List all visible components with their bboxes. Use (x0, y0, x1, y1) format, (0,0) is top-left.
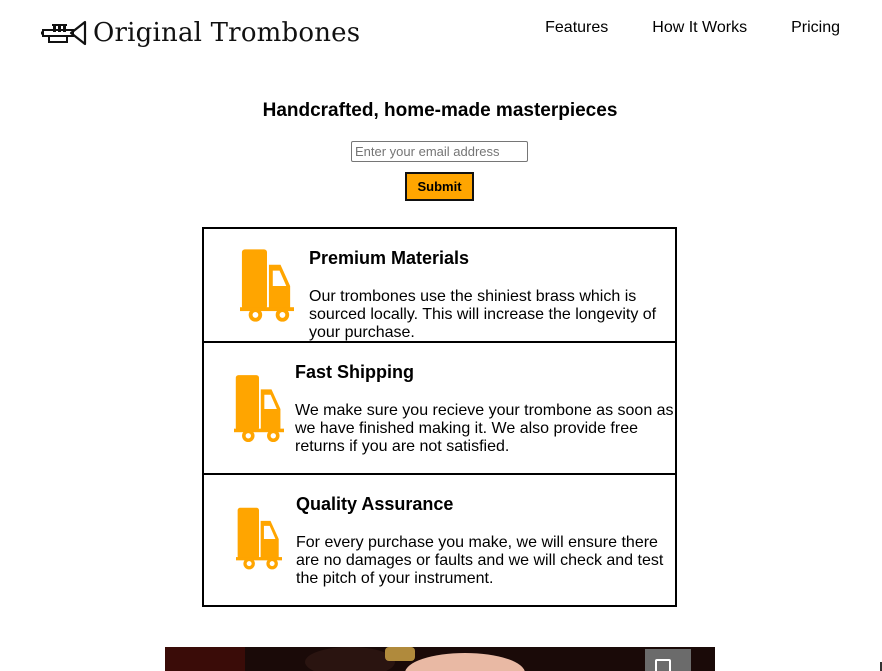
brand-name: Original Trombones (93, 18, 361, 48)
feature-card-quality-assurance: Quality Assurance For every purchase you… (202, 473, 677, 607)
submit-button[interactable]: Submit (405, 172, 474, 201)
video-frame-background (165, 647, 245, 671)
feature-title: Premium Materials (309, 248, 470, 268)
video-frame-figure (305, 647, 395, 671)
feature-description: For every purchase you make, we will ens… (296, 534, 664, 587)
video-frame-instrument (385, 647, 415, 661)
feature-title: Quality Assurance (296, 494, 454, 514)
hero-title: Handcrafted, home-made masterpieces (262, 100, 618, 121)
nav-link-pricing[interactable]: Pricing (791, 18, 840, 38)
nav-link-how-it-works[interactable]: How It Works (652, 18, 747, 38)
copy-link-icon (655, 659, 671, 671)
site-header: Original Trombones Features How It Works… (0, 0, 882, 70)
feature-description: Our trombones use the shiniest brass whi… (309, 288, 657, 341)
brand-logo[interactable]: Original Trombones (41, 18, 360, 48)
feature-card-fast-shipping: Fast Shipping We make sure you recieve y… (202, 341, 677, 475)
truck-icon (240, 249, 294, 322)
feature-description: We make sure you recieve your trombone a… (295, 402, 674, 455)
email-input[interactable] (351, 141, 528, 162)
main-nav: Features How It Works Pricing (501, 18, 840, 38)
truck-icon (236, 507, 282, 570)
trumpet-icon (41, 20, 87, 46)
nav-link-features[interactable]: Features (545, 18, 608, 38)
video-player[interactable] (165, 647, 715, 671)
feature-card-premium-materials: Premium Materials Our trombones use the … (202, 227, 677, 345)
feature-title: Fast Shipping (295, 362, 414, 382)
truck-icon (234, 375, 284, 443)
video-frame-face (405, 653, 525, 671)
